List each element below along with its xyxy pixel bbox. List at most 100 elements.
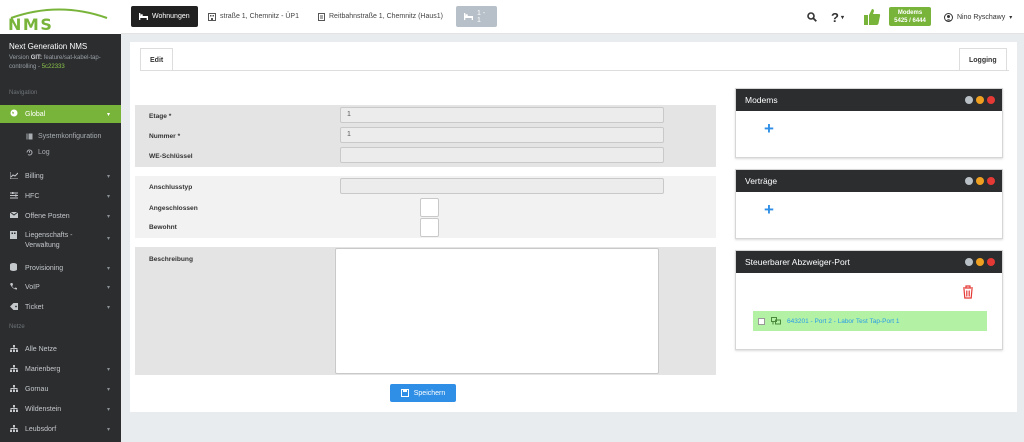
save-label: Speichern [413,389,446,397]
breadcrumb-current[interactable]: 1 - 1 [456,6,497,27]
tab-logging[interactable]: Logging [959,48,1007,71]
tab-divider [140,70,1009,71]
chevron-down-icon: ▾ [106,193,110,200]
anschlusstyp-select[interactable] [340,178,664,194]
thumbs-up-button[interactable] [863,0,881,34]
add-vertrag-icon[interactable]: + [764,200,774,220]
expand-icon[interactable] [965,177,973,185]
bed-icon [139,13,148,20]
modems-badge[interactable]: Modems 5425 / 6444 [889,7,931,26]
close-icon[interactable] [987,177,995,185]
breadcrumb-reitbahnstrasse[interactable]: Reitbahnstraße 1, Chemnitz (Haus1) [310,6,456,27]
logo[interactable]: NMS PRIME [0,0,121,53]
add-modem-icon[interactable]: + [764,119,774,139]
document-icon [318,12,325,21]
chevron-down-icon: ▾ [106,173,110,180]
panel-header: Modems [736,89,1002,111]
sidebar-item-label: Systemkonfiguration [38,133,102,140]
bed-icon [464,13,473,20]
sidebar-item-hfc[interactable]: HFC ▾ [0,188,121,204]
tab-label: Edit [150,56,164,64]
beschreibung-textarea[interactable] [335,248,659,374]
sidebar-netz-gornau[interactable]: Gornau ▾ [0,381,121,397]
tab-edit[interactable]: Edit [140,48,174,71]
trash-icon[interactable] [962,285,974,299]
git-commit: 5c22333 [41,64,65,70]
chevron-down-icon: ▾ [106,304,110,311]
sidebar-item-voip[interactable]: VoIP ▾ [0,279,121,295]
nummer-field[interactable]: 1 [340,127,664,143]
breadcrumb-label: straße 1, Chemnitz - ÜP1 [220,13,299,20]
form-group-status: Anschlusstyp Angeschlossen Bewohnt [135,176,716,238]
sidebar-item-label: Ticket [25,303,44,311]
expand-icon[interactable] [965,96,973,104]
save-button[interactable]: Speichern [390,384,456,402]
panel-title: Steuerbarer Abzweiger-Port [745,257,850,267]
breadcrumb-label: 1 - 1 [477,9,486,24]
chevron-down-icon: ▾ [106,386,110,393]
panel-header: Steuerbarer Abzweiger-Port [736,251,1002,273]
tab-label: Logging [969,56,997,64]
sidebar-netz-alle-netze[interactable]: Alle Netze [0,341,121,357]
user-name: Nino Ryschawy [957,13,1006,21]
sidebar-subitem-systemkonfiguration[interactable]: Systemkonfiguration [26,133,101,140]
section-netze: Netze [9,324,25,330]
sidebar-item-offene-posten[interactable]: Offene Posten ▾ [0,208,121,224]
floppy-disk-icon [400,389,409,397]
sidebar-item-liegenschafts-verwaltung[interactable]: Liegenschafts - Verwaltung ▾ [0,226,121,254]
sidebar-netz-wildenstein[interactable]: Wildenstein ▾ [0,401,121,417]
sidebar-item-label: Offene Posten [25,212,70,220]
search-button[interactable] [807,0,817,34]
port-link[interactable]: 643201 - Port 2 - Labor Test Tap-Port 1 [787,318,900,325]
globe-icon [10,109,20,119]
panel-controls [965,96,995,104]
sidebar-netz-marienberg[interactable]: Marienberg ▾ [0,361,121,377]
collapse-icon[interactable] [976,258,984,266]
collapse-icon[interactable] [976,96,984,104]
sidebar-item-billing[interactable]: Billing ▾ [0,168,121,184]
sidebar-subitem-log[interactable]: Log [26,149,50,156]
section-navigation: Navigation [9,90,38,96]
user-menu[interactable]: Nino Ryschawy ▾ [944,0,1012,34]
we-schluessel-field[interactable] [340,147,664,163]
sidebar-item-ticket[interactable]: Ticket ▾ [0,299,121,315]
envelope-icon [9,211,20,220]
sidebar-item-label: Wildenstein [25,405,62,413]
sitemap-icon [10,384,20,394]
breadcrumb-wohnungen[interactable]: Wohnungen [131,6,198,27]
history-icon [26,149,33,156]
chevron-down-icon: ▾ [1009,14,1013,21]
sidebar-item-provisioning[interactable]: Provisioning ▾ [0,260,121,276]
version-info: Version GIT: feature/sat-kabel-tap-contr… [9,55,101,70]
phone-icon [10,282,20,292]
etage-field[interactable]: 1 [340,107,664,123]
bewohnt-label: Bewohnt [149,224,177,231]
angeschlossen-checkbox[interactable] [420,198,439,217]
breadcrumb-label: Wohnungen [152,13,190,20]
building-icon [208,12,216,21]
close-icon[interactable] [987,258,995,266]
we-schluessel-label: WE-Schlüssel [149,153,193,160]
collapse-icon[interactable] [976,177,984,185]
chevron-down-icon: ▾ [106,265,110,272]
nummer-label: Nummer * [149,133,181,140]
breadcrumb-strasse[interactable]: straße 1, Chemnitz - ÜP1 [200,6,308,27]
port-list-item[interactable]: 643201 - Port 2 - Labor Test Tap-Port 1 [753,311,987,331]
panel-modems: Modems + [735,88,1003,158]
sidebar-item-label: Marienberg [25,365,61,373]
sidebar-item-global[interactable]: Global ▾ [0,105,121,123]
chevron-down-icon: ▾ [106,213,110,220]
help-button[interactable]: ? ▾ [831,0,844,34]
bewohnt-checkbox[interactable] [420,218,439,237]
sidebar-item-label: Provisioning [25,264,64,272]
chevron-down-icon: ▾ [106,284,110,291]
network-device-icon [771,317,781,325]
git-label: GIT: [30,55,43,61]
close-icon[interactable] [987,96,995,104]
port-checkbox[interactable] [758,317,765,325]
expand-icon[interactable] [965,258,973,266]
chart-icon [9,171,20,181]
sidebar-netz-leubsdorf[interactable]: Leubsdorf ▾ [0,421,121,437]
search-icon [807,12,817,22]
thumbs-up-icon [864,9,881,25]
